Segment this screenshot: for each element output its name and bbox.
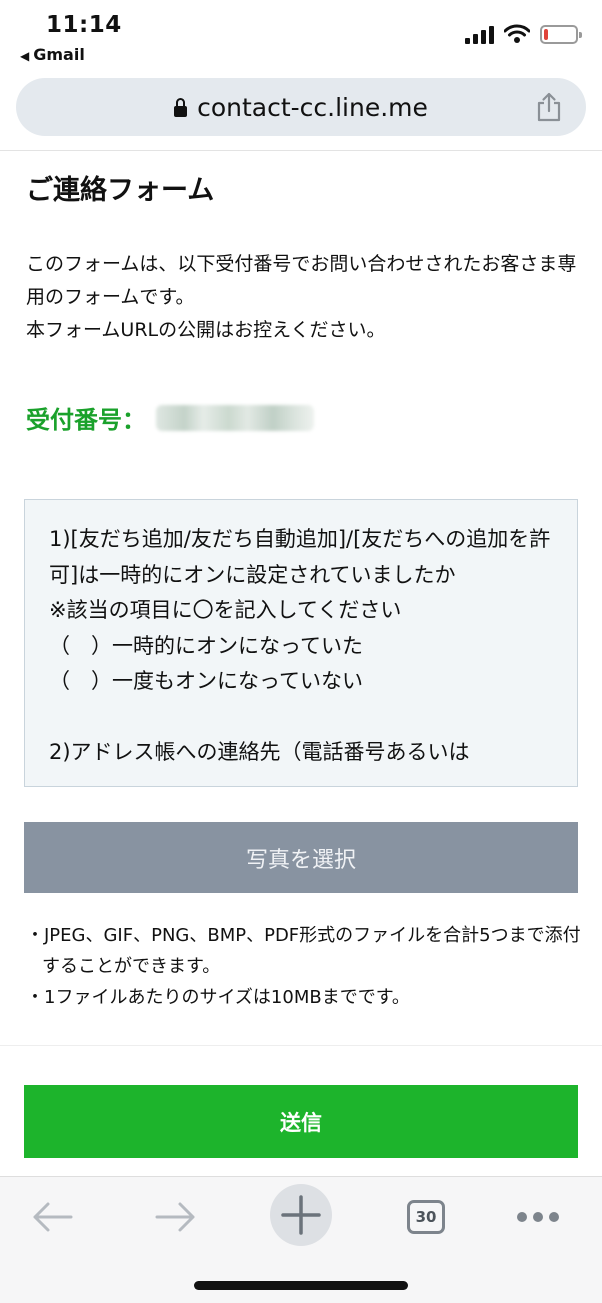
share-icon[interactable]: [536, 92, 562, 122]
attachment-notes: ・JPEG、GIF、PNG、BMP、PDF形式のファイルを合計5つまで添付するこ…: [26, 920, 586, 1013]
back-button[interactable]: [22, 1187, 82, 1247]
intro-line: 本フォームURLの公開はお控えください。: [26, 319, 386, 341]
tabs-button[interactable]: 30: [396, 1187, 456, 1247]
back-app-label: Gmail: [33, 45, 85, 64]
home-indicator[interactable]: [194, 1281, 408, 1290]
more-icon: [517, 1212, 559, 1222]
receipt-label: 受付番号：: [26, 406, 146, 434]
tab-count: 30: [415, 1208, 437, 1226]
note-item: ・1ファイルあたりのサイズは10MBまでです。: [26, 987, 410, 1008]
back-to-app-link[interactable]: ◀ Gmail: [20, 45, 85, 64]
receipt-number: 受付番号：: [26, 400, 314, 435]
status-bar: 11:14 ◀ Gmail: [0, 0, 602, 72]
form-intro: このフォームは、以下受付番号でお問い合わせされたお客さま専用のフォームです。 本…: [26, 248, 582, 347]
note-item: ・JPEG、GIF、PNG、BMP、PDF形式のファイルを合計5つまで添付するこ…: [26, 925, 581, 977]
select-photo-button[interactable]: 写真を選択: [24, 822, 578, 893]
new-tab-button[interactable]: [270, 1184, 332, 1246]
page-title: ご連絡フォーム: [26, 175, 215, 206]
tabs-icon: 30: [407, 1200, 445, 1234]
send-button[interactable]: 送信: [24, 1085, 578, 1158]
message-text: 1)[友だち追加/友だち自動追加]/[友だちへの追加を許可]は一時的にオンに設定…: [49, 527, 551, 764]
wifi-icon: [504, 24, 530, 43]
back-triangle-icon: ◀: [20, 49, 30, 63]
intro-line: このフォームは、以下受付番号でお問い合わせされたお客さま専用のフォームです。: [26, 253, 577, 308]
cellular-signal-icon: [465, 26, 494, 44]
url-bar[interactable]: contact-cc.line.me: [16, 78, 586, 136]
section-divider: [0, 1045, 602, 1046]
back-arrow-icon: [33, 1202, 73, 1232]
status-time: 11:14: [46, 12, 122, 38]
message-textarea[interactable]: 1)[友だち追加/友だち自動追加]/[友だちへの追加を許可]は一時的にオンに設定…: [24, 499, 578, 787]
header-divider: [0, 150, 602, 151]
more-button[interactable]: [508, 1187, 568, 1247]
forward-arrow-icon: [155, 1202, 195, 1232]
browser-toolbar: 30: [0, 1176, 602, 1303]
forward-button[interactable]: [146, 1187, 206, 1247]
url-text: contact-cc.line.me: [197, 92, 428, 122]
lock-icon: [174, 97, 188, 117]
plus-icon: [281, 1195, 321, 1235]
battery-icon: [540, 25, 582, 44]
battery-level: [544, 29, 548, 40]
status-icons: [465, 24, 582, 44]
redacted-receipt-value: [156, 404, 314, 431]
